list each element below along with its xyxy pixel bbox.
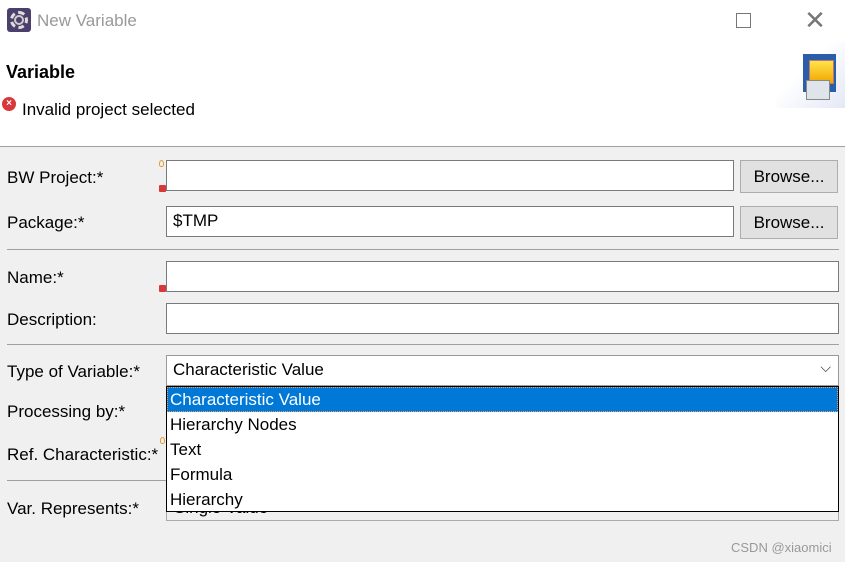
page-title: Variable [6, 62, 76, 82]
dropdown-option-text[interactable]: Text [167, 437, 838, 462]
error-icon: × [2, 97, 16, 111]
title-bar: New Variable ✕ [0, 0, 845, 42]
description-label: Description: [7, 310, 97, 329]
type-of-variable-label: Type of Variable:* [7, 362, 140, 381]
dropdown-option-hierarchy-nodes[interactable]: Hierarchy Nodes [167, 412, 838, 437]
var-represents-label: Var. Represents:* [7, 499, 139, 518]
field-error-icon [159, 185, 166, 192]
close-button[interactable]: ✕ [804, 7, 826, 33]
package-input[interactable]: $TMP [166, 206, 734, 237]
dropdown-option-hierarchy[interactable]: Hierarchy [167, 487, 838, 512]
package-browse-button[interactable]: Browse... [740, 206, 838, 239]
bw-project-input[interactable] [166, 160, 734, 191]
type-of-variable-combo[interactable]: Characteristic Value ⌵ [166, 355, 839, 386]
name-label: Name:* [7, 268, 64, 287]
maximize-button[interactable] [736, 13, 751, 28]
description-input[interactable] [166, 303, 839, 334]
name-input[interactable] [166, 261, 839, 292]
dropdown-option-characteristic-value[interactable]: Characteristic Value [167, 387, 838, 412]
package-label: Package:* [7, 213, 85, 232]
watermark: CSDN @xiaomici [731, 540, 832, 555]
error-message: Invalid project selected [22, 100, 195, 119]
wizard-header: Variable × Invalid project selected [0, 42, 845, 147]
window-title: New Variable [37, 11, 137, 30]
hint-bulb-icon [159, 160, 164, 167]
processing-by-label: Processing by:* [7, 402, 126, 421]
type-of-variable-value: Characteristic Value [173, 360, 324, 379]
separator [7, 344, 839, 345]
app-gear-icon [7, 8, 31, 32]
hint-bulb-icon [160, 437, 165, 444]
bw-project-browse-button[interactable]: Browse... [740, 160, 838, 193]
bw-project-label: BW Project:* [7, 168, 104, 187]
type-of-variable-dropdown[interactable]: Characteristic Value Hierarchy Nodes Tex… [166, 386, 839, 512]
ref-characteristic-label: Ref. Characteristic:* [7, 445, 159, 464]
separator [7, 249, 839, 250]
field-error-icon [159, 285, 166, 292]
dropdown-option-formula[interactable]: Formula [167, 462, 838, 487]
chevron-down-icon[interactable]: ⌵ [820, 359, 831, 376]
wizard-banner-icon [776, 42, 845, 108]
